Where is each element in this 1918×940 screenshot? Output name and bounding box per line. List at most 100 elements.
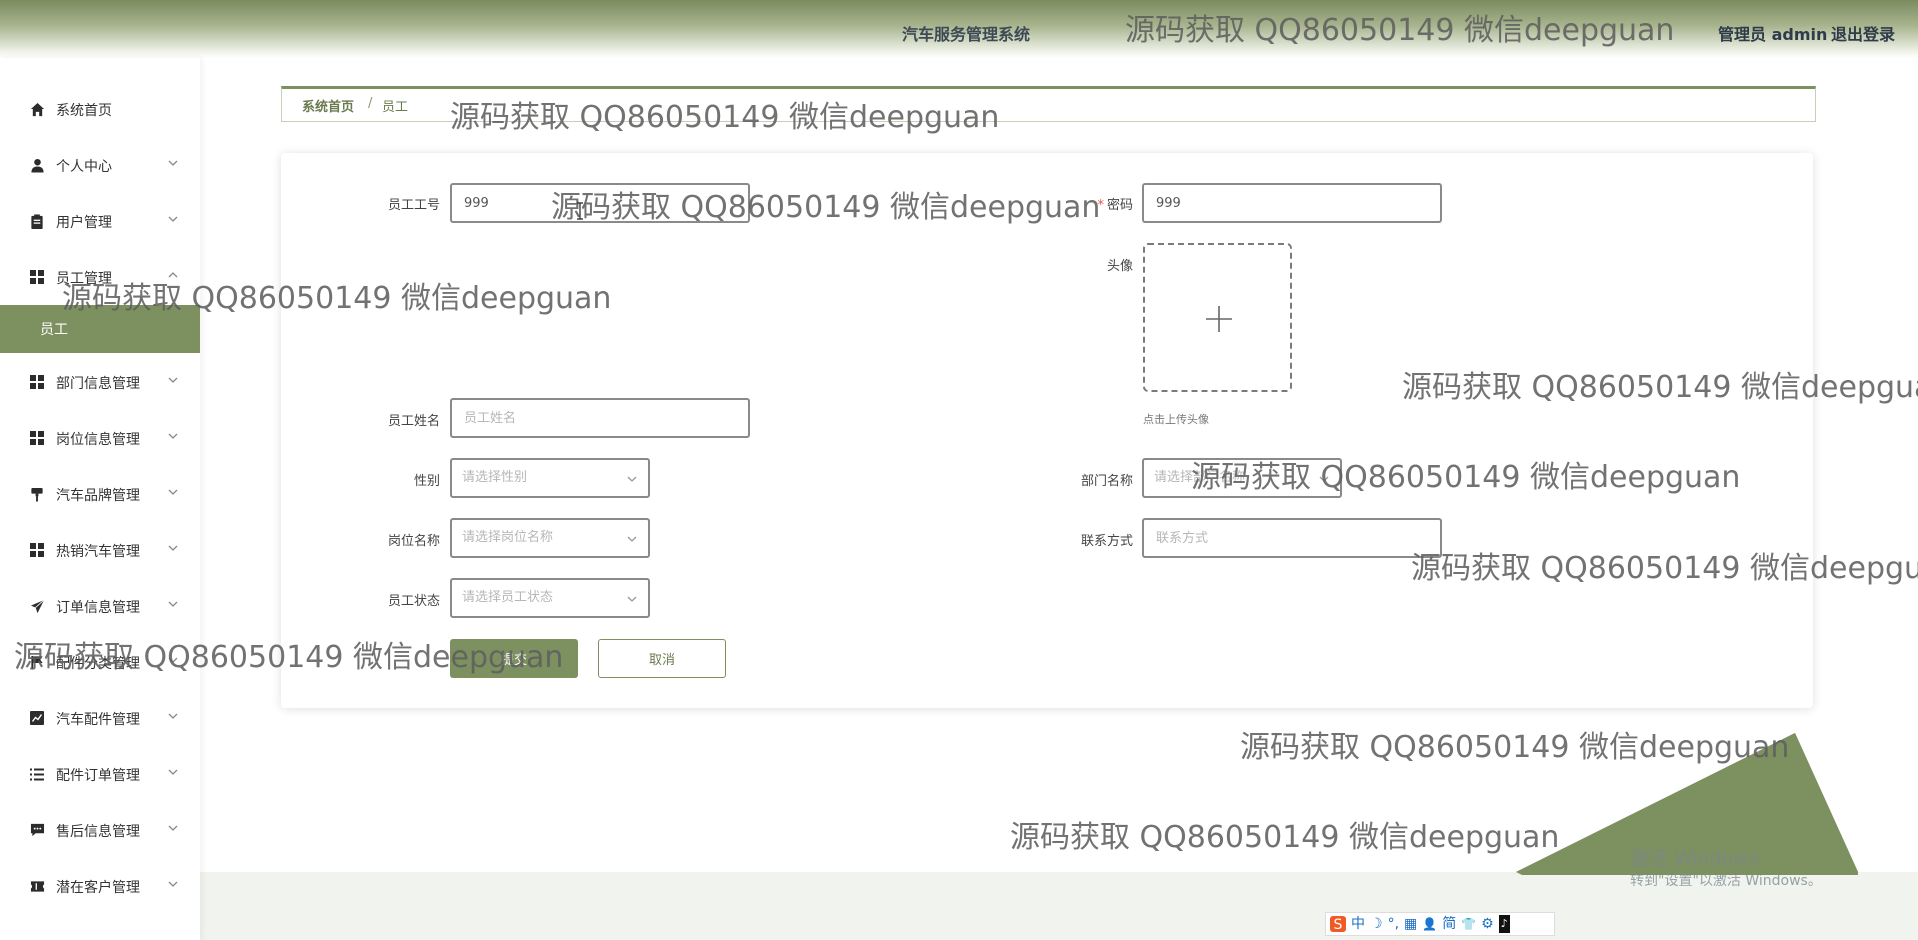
employee-name-field[interactable] xyxy=(450,398,750,438)
sidebar-item-home[interactable]: 系统首页 xyxy=(0,89,200,129)
position-select[interactable]: 请选择岗位名称 xyxy=(450,518,650,558)
ime-mode-chinese[interactable]: 中 xyxy=(1351,915,1365,933)
sidebar-item-positions[interactable]: 岗位信息管理 xyxy=(0,418,200,458)
ime-punctuation-icon[interactable]: °, xyxy=(1388,915,1399,933)
windows-activation-subtitle: 转到"设置"以激活 Windows。 xyxy=(1630,873,1822,889)
gender-label: 性别 xyxy=(413,474,440,489)
ime-keyboard-icon[interactable]: ▦ xyxy=(1404,915,1417,933)
chevron-down-icon xyxy=(168,216,178,222)
sidebar-item-label: 用户管理 xyxy=(56,215,112,231)
sidebar: 系统首页 个人中心 用户管理 员工管理 员工 部门信息管理 岗位信息管理 汽车品… xyxy=(0,58,200,940)
chevron-down-icon xyxy=(1319,476,1329,482)
breadcrumb-current: 员工 xyxy=(382,100,409,115)
department-select[interactable]: 请选择部门名称 xyxy=(1142,458,1342,498)
password-field[interactable] xyxy=(1142,183,1442,223)
ticket-icon xyxy=(29,878,45,894)
gender-select-placeholder: 请选择性别 xyxy=(462,470,528,485)
sidebar-item-label: 订单信息管理 xyxy=(56,600,140,616)
employee-id-field[interactable] xyxy=(450,183,750,223)
sidebar-item-departments[interactable]: 部门信息管理 xyxy=(0,362,200,402)
sidebar-item-car-brands[interactable]: 汽车品牌管理 xyxy=(0,474,200,514)
grid-icon xyxy=(29,374,45,390)
chevron-down-icon xyxy=(168,657,178,663)
sidebar-item-label: 售后信息管理 xyxy=(56,824,140,840)
sidebar-item-orders[interactable]: 订单信息管理 xyxy=(0,586,200,626)
sidebar-item-label: 个人中心 xyxy=(56,159,112,175)
sidebar-item-parts-categories[interactable]: 配件分类管理 xyxy=(0,642,200,682)
grid-icon xyxy=(29,430,45,446)
watermark: 源码获取 QQ86050149 微信deepguan xyxy=(1010,820,1560,855)
chart-icon xyxy=(29,710,45,726)
sidebar-item-parts-orders[interactable]: 配件订单管理 xyxy=(0,754,200,794)
ime-toolbar[interactable]: S 中 ☽ °, ▦ 👤 简 👕 ⚙ ♪ xyxy=(1325,912,1555,936)
avatar-label: 头像 xyxy=(1106,259,1133,274)
gender-select[interactable]: 请选择性别 xyxy=(450,458,650,498)
password-label: * 密码 xyxy=(1053,194,1133,213)
chevron-up-icon xyxy=(168,272,178,278)
sidebar-subitem-label: 员工 xyxy=(40,322,68,338)
sidebar-item-label: 岗位信息管理 xyxy=(56,432,140,448)
windows-activation-title: 激活 Windows xyxy=(1630,848,1759,870)
chevron-down-icon xyxy=(168,769,178,775)
chevron-down-icon xyxy=(168,713,178,719)
ime-skin-icon[interactable]: 👕 xyxy=(1461,915,1476,933)
sidebar-item-potential-customers[interactable]: 潜在客户管理 xyxy=(0,866,200,906)
breadcrumb: 系统首页 / 员工 xyxy=(281,86,1816,122)
position-label: 岗位名称 xyxy=(387,534,440,549)
sidebar-item-label: 系统首页 xyxy=(56,103,112,119)
employee-status-label: 员工状态 xyxy=(387,594,440,609)
ime-settings-icon[interactable]: ⚙ xyxy=(1481,915,1494,933)
chevron-down-icon xyxy=(627,596,637,602)
employee-status-select[interactable]: 请选择员工状态 xyxy=(450,578,650,618)
chevron-down-icon xyxy=(168,881,178,887)
breadcrumb-separator: / xyxy=(368,96,373,111)
brush-icon xyxy=(29,486,45,502)
sidebar-item-label: 汽车配件管理 xyxy=(56,712,140,728)
avatar-upload[interactable] xyxy=(1143,243,1292,392)
sidebar-item-car-parts[interactable]: 汽车配件管理 xyxy=(0,698,200,738)
sidebar-item-users[interactable]: 用户管理 xyxy=(0,201,200,241)
password-label-text: 密码 xyxy=(1106,198,1133,213)
sidebar-item-label: 部门信息管理 xyxy=(56,376,140,392)
system-title: 汽车服务管理系统 xyxy=(902,25,1031,44)
chevron-down-icon xyxy=(627,536,637,542)
submit-button[interactable]: 提交 xyxy=(450,639,578,678)
sidebar-item-label: 热销汽车管理 xyxy=(56,544,140,560)
breadcrumb-home[interactable]: 系统首页 xyxy=(302,96,354,115)
ime-simplified-icon[interactable]: 简 xyxy=(1442,915,1456,933)
grid-icon xyxy=(29,542,45,558)
flag-icon xyxy=(29,654,45,670)
clipboard-icon xyxy=(29,213,45,229)
department-select-placeholder: 请选择部门名称 xyxy=(1154,470,1246,485)
position-select-placeholder: 请选择岗位名称 xyxy=(462,530,554,545)
employee-id-label: 员工工号 xyxy=(387,198,440,213)
cancel-button[interactable]: 取消 xyxy=(598,639,726,678)
sidebar-item-hot-cars[interactable]: 热销汽车管理 xyxy=(0,530,200,570)
sidebar-item-label: 潜在客户管理 xyxy=(56,880,140,896)
sidebar-item-label: 配件分类管理 xyxy=(56,656,140,672)
user-icon xyxy=(29,157,45,173)
top-header: 汽车服务管理系统 管理员 admin 退出登录 xyxy=(0,0,1918,58)
ime-moon-icon[interactable]: ☽ xyxy=(1370,915,1383,933)
employee-status-select-placeholder: 请选择员工状态 xyxy=(462,590,554,605)
watermark: 源码获取 QQ86050149 微信deepguan xyxy=(1240,730,1790,765)
sidebar-item-profile[interactable]: 个人中心 xyxy=(0,145,200,185)
logout-link[interactable]: 退出登录 xyxy=(1831,21,1895,45)
ime-logo-icon: S xyxy=(1330,916,1346,933)
message-icon xyxy=(29,822,45,838)
home-icon xyxy=(29,101,45,117)
avatar-upload-hint: 点击上传头像 xyxy=(1143,413,1209,426)
contact-field[interactable] xyxy=(1142,518,1442,558)
ime-user-icon[interactable]: 👤 xyxy=(1422,915,1437,933)
ime-tiktok-icon[interactable]: ♪ xyxy=(1498,915,1510,933)
sidebar-item-employee-management[interactable]: 员工管理 xyxy=(0,257,200,297)
contact-label: 联系方式 xyxy=(1080,534,1133,549)
sidebar-item-label: 汽车品牌管理 xyxy=(56,488,140,504)
employee-name-label: 员工姓名 xyxy=(387,414,440,429)
sidebar-item-after-sales[interactable]: 售后信息管理 xyxy=(0,810,200,850)
chevron-down-icon xyxy=(168,545,178,551)
required-asterisk: * xyxy=(1097,198,1104,213)
sidebar-item-label: 员工管理 xyxy=(56,271,112,287)
department-label: 部门名称 xyxy=(1080,474,1133,489)
sidebar-subitem-employee[interactable]: 员工 xyxy=(0,305,200,353)
